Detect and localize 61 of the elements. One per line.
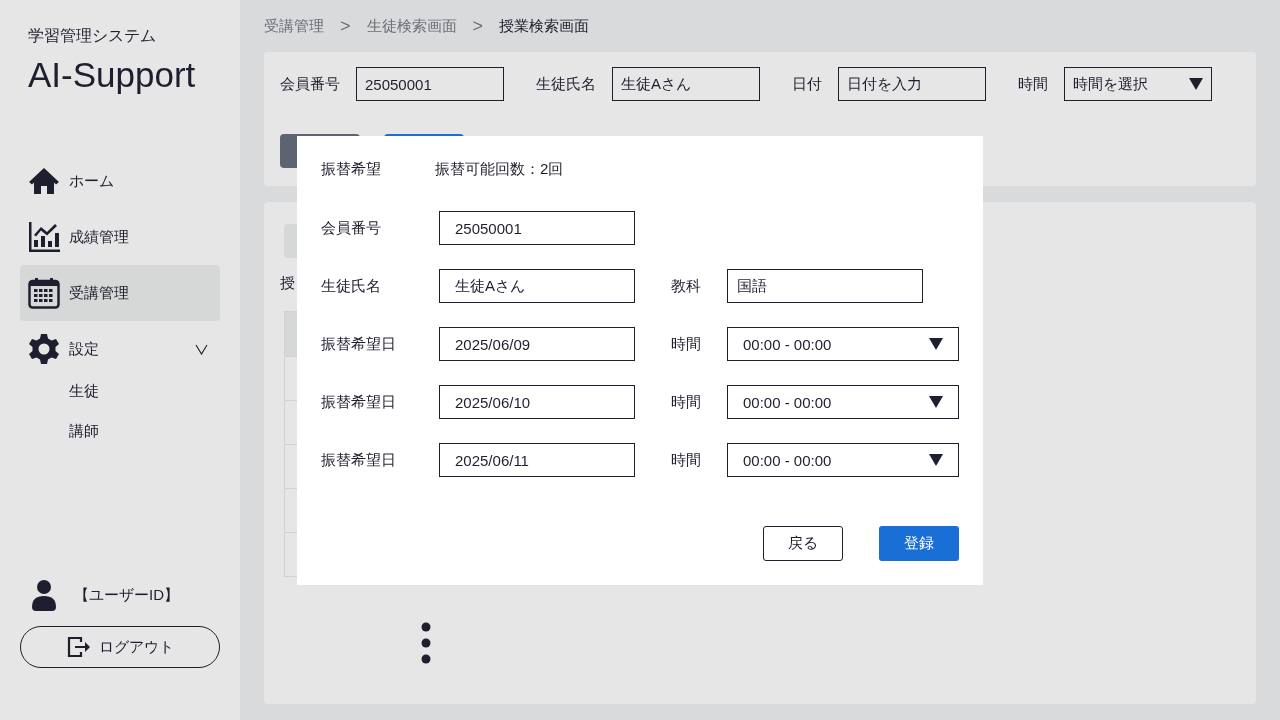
breadcrumb-item[interactable]: 生徒検索画面 <box>366 16 457 36</box>
time-select[interactable]: 時間を選択 <box>1064 67 1212 101</box>
nav-item[interactable]: 設定 <box>20 321 220 377</box>
home-icon <box>28 165 60 197</box>
input-field[interactable]: 日付を入力 <box>838 67 986 101</box>
bar-chart-icon <box>28 221 60 253</box>
field-label: 日付 <box>792 74 822 94</box>
nav-item[interactable]: 受講管理 <box>20 265 220 321</box>
input-field[interactable]: 生徒Aさん <box>612 67 760 101</box>
input-field[interactable]: 国語 <box>727 269 923 303</box>
section-heading: 授 <box>280 274 295 293</box>
system-subtitle: 学習管理システム <box>27 26 157 46</box>
breadcrumb-item: 授業検索画面 <box>499 16 590 36</box>
user-id: 【ユーザーID】 <box>74 585 179 605</box>
nav-label: ホーム <box>69 171 115 191</box>
more-icon[interactable] <box>421 622 431 664</box>
breadcrumb-separator: > <box>340 15 351 37</box>
time-select[interactable]: 00:00 - 00:00 <box>727 443 959 477</box>
field-label: 会員番号 <box>280 74 340 94</box>
logout-icon <box>66 636 91 658</box>
field-label: 振替希望日 <box>321 334 397 354</box>
nav-subitem[interactable]: 生徒 <box>20 377 220 417</box>
field-label: 生徒氏名 <box>321 276 382 296</box>
settings-icon <box>28 333 60 365</box>
dialog-title: 振替希望 <box>321 160 381 178</box>
field-label: 教科 <box>671 276 702 296</box>
input-field[interactable]: 25050001 <box>356 67 504 101</box>
field-label: 振替希望日 <box>321 392 397 412</box>
back-button[interactable]: 戻る <box>763 526 843 561</box>
field-label: 時間 <box>671 392 702 412</box>
field-label: 生徒氏名 <box>536 74 596 94</box>
nav-label: 設定 <box>69 339 100 359</box>
nav-label: 成績管理 <box>69 227 130 247</box>
dropdown-arrow-icon <box>929 454 943 466</box>
input-field[interactable]: 2025/06/11 <box>439 443 635 477</box>
chevron-icon[interactable] <box>195 343 208 355</box>
app-title: AI-Support <box>27 55 197 95</box>
transfer-count: 振替可能回数：2回 <box>435 160 564 178</box>
calendar-icon <box>28 277 60 309</box>
nav-subitem[interactable]: 講師 <box>20 417 220 457</box>
user-icon <box>32 579 56 611</box>
dropdown-arrow-icon <box>929 396 943 408</box>
input-field[interactable]: 25050001 <box>439 211 635 245</box>
input-field[interactable]: 2025/06/09 <box>439 327 635 361</box>
field-label: 会員番号 <box>321 218 382 238</box>
field-label: 時間 <box>671 450 702 470</box>
dropdown-arrow-icon <box>1189 78 1203 90</box>
nav-item[interactable]: 成績管理 <box>20 209 220 265</box>
register-button[interactable]: 登録 <box>879 526 959 561</box>
field-label: 振替希望日 <box>321 450 397 470</box>
time-select[interactable]: 00:00 - 00:00 <box>727 327 959 361</box>
input-field[interactable]: 生徒Aさん <box>439 269 635 303</box>
dropdown-arrow-icon <box>929 338 943 350</box>
field-label: 時間 <box>1018 74 1048 94</box>
field-label: 時間 <box>671 334 702 354</box>
nav-item[interactable]: ホーム <box>20 153 220 209</box>
time-select[interactable]: 00:00 - 00:00 <box>727 385 959 419</box>
breadcrumb-item[interactable]: 受講管理 <box>264 16 324 36</box>
nav-label: 受講管理 <box>69 283 130 303</box>
input-field[interactable]: 2025/06/10 <box>439 385 635 419</box>
breadcrumb-separator: > <box>472 15 484 37</box>
